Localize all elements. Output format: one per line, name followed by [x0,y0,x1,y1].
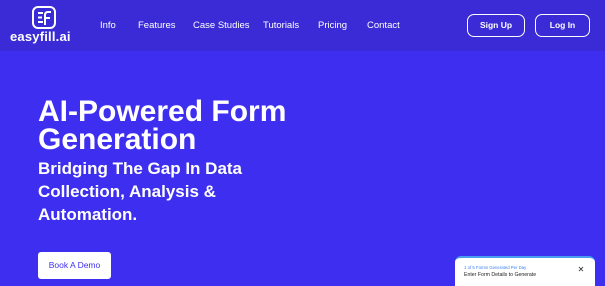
nav-link-tutorials[interactable]: Tutorials [263,20,299,31]
form-generator-widget[interactable]: 1 of 5 Forms Generated Per Day Enter For… [455,256,595,286]
nav-link-case-studies[interactable]: Case Studies [193,20,250,31]
forms-generated-counter: 1 of 5 Forms Generated Per Day [464,265,527,270]
brand-name: easyfill.ai [10,29,71,44]
form-details-prompt[interactable]: Enter Form Details to Generate [464,272,536,278]
close-icon[interactable]: ✕ [576,265,586,275]
easyfill-logo-icon [32,6,56,29]
nav-link-features[interactable]: Features [138,20,176,31]
hero-subtitle: Bridging The Gap In Data Collection, Ana… [38,159,243,224]
navbar: easyfill.ai Info Features Case Studies T… [0,0,605,51]
brand-logo[interactable]: easyfill.ai [10,6,74,46]
nav-link-contact[interactable]: Contact [367,20,400,31]
book-demo-button[interactable]: Book A Demo [38,252,111,279]
hero-title: AI-Powered Form Generation [38,95,287,156]
log-in-button[interactable]: Log In [535,14,590,37]
nav-link-info[interactable]: Info [100,20,116,31]
sign-up-button[interactable]: Sign Up [467,14,525,37]
nav-link-pricing[interactable]: Pricing [318,20,347,31]
